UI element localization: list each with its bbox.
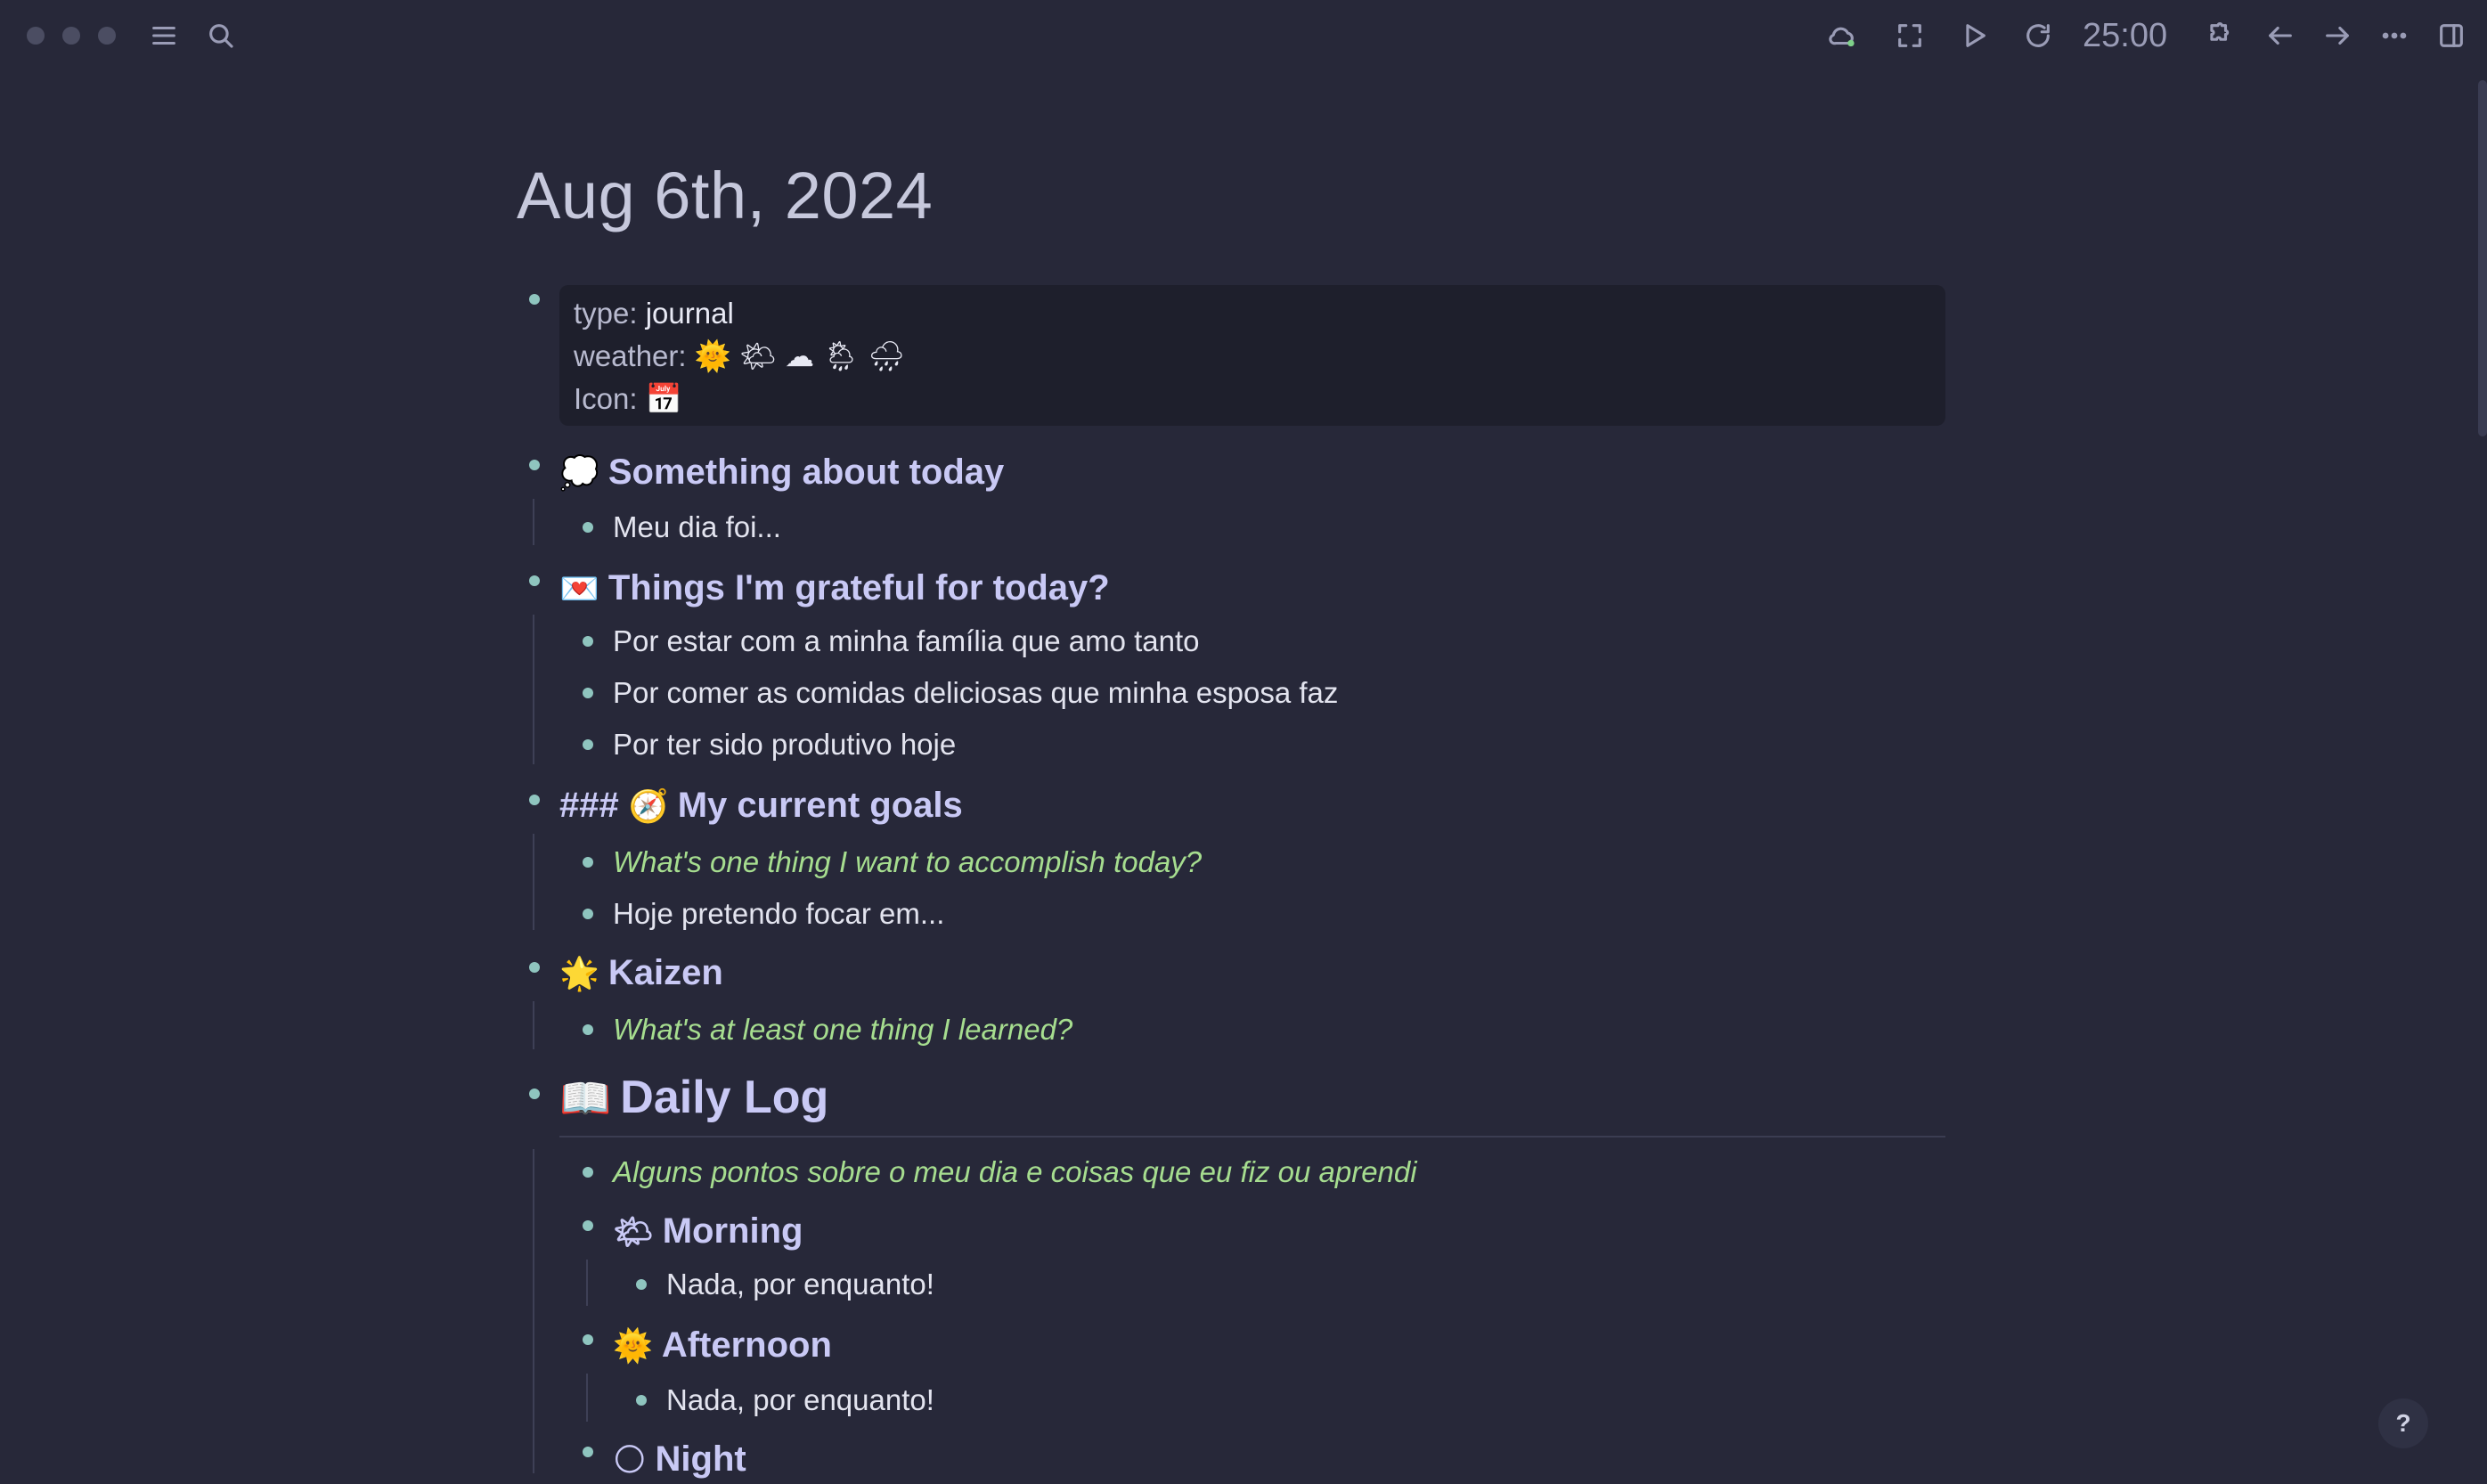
prompt-text[interactable]: What's one thing I want to accomplish to… — [613, 843, 1202, 882]
window-close-button[interactable] — [27, 27, 45, 45]
list-item[interactable]: Por estar com a minha família que amo ta… — [613, 622, 1200, 661]
play-icon[interactable] — [1954, 16, 1994, 55]
refresh-icon[interactable] — [2018, 16, 2058, 55]
sun-behind-cloud-icon: 🌤 — [613, 1214, 654, 1251]
block-bullet[interactable] — [636, 1395, 647, 1406]
thread-line — [586, 1374, 588, 1422]
menu-icon[interactable] — [144, 16, 183, 55]
fullscreen-icon[interactable] — [1890, 16, 1929, 55]
block-bullet[interactable] — [529, 575, 540, 586]
thought-bubble-icon: 💭 — [559, 455, 599, 492]
heading-kaizen[interactable]: 🌟 Kaizen — [559, 950, 723, 998]
moon-icon: 🌕 — [613, 1442, 647, 1479]
prompt-text[interactable]: Alguns pontos sobre o meu dia e coisas q… — [613, 1153, 1417, 1192]
list-item[interactable]: Hoje pretendo focar em... — [613, 894, 944, 934]
block-bullet[interactable] — [583, 1447, 593, 1457]
property-weather: weather: 🌞 🌤 ☁ 🌦 🌧 — [574, 337, 905, 376]
property-key: Icon: — [574, 382, 638, 415]
search-icon[interactable] — [201, 16, 241, 55]
block-bullet[interactable] — [529, 1089, 540, 1099]
block-bullet[interactable] — [583, 688, 593, 698]
arrow-left-icon[interactable] — [2261, 16, 2300, 55]
sidebar-toggle-icon[interactable] — [2432, 16, 2471, 55]
block-bullet[interactable] — [529, 294, 540, 305]
block-bullet[interactable] — [583, 522, 593, 533]
thread-line — [586, 1260, 588, 1306]
heading-something-about-today[interactable]: 💭 Something about today — [559, 449, 1004, 497]
thread-line — [533, 1001, 534, 1049]
block-bullet[interactable] — [583, 1334, 593, 1345]
thread-line — [533, 1149, 534, 1473]
scrollbar[interactable] — [2478, 80, 2487, 436]
arrow-right-icon[interactable] — [2318, 16, 2357, 55]
page-title[interactable]: Aug 6th, 2024 — [517, 153, 933, 239]
list-item[interactable]: Nada, por enquanto! — [666, 1265, 934, 1304]
list-item[interactable]: Nada, por enquanto! — [666, 1381, 934, 1420]
window-minimize-button[interactable] — [62, 27, 80, 45]
property-icon: Icon: 📅 — [574, 379, 682, 419]
block-bullet[interactable] — [583, 1024, 593, 1035]
open-book-icon: 📖 — [559, 1075, 612, 1123]
block-bullet[interactable] — [529, 795, 540, 805]
heading-afternoon[interactable]: 🌞 Afternoon — [613, 1322, 832, 1370]
heading-daily-log[interactable]: 📖 Daily Log — [559, 1069, 828, 1128]
heading-morning[interactable]: 🌤 Morning — [613, 1208, 803, 1256]
sun-icon: 🌞 — [613, 1328, 653, 1365]
list-item[interactable]: Por comer as comidas deliciosas que minh… — [613, 673, 1338, 713]
block-bullet[interactable] — [583, 909, 593, 919]
thread-line — [533, 615, 534, 764]
property-value: 🌞 🌤 ☁ 🌦 🌧 — [694, 339, 906, 372]
help-button[interactable]: ? — [2378, 1398, 2428, 1448]
pomodoro-timer[interactable]: 25:00 — [2083, 14, 2167, 57]
heading-grateful[interactable]: 💌 Things I'm grateful for today? — [559, 565, 1110, 613]
puzzle-icon[interactable] — [2198, 16, 2238, 55]
block-bullet[interactable] — [583, 739, 593, 750]
list-item[interactable]: Meu dia foi... — [613, 508, 781, 547]
property-key: type: — [574, 297, 638, 330]
block-bullet[interactable] — [529, 962, 540, 973]
block-bullet[interactable] — [583, 1167, 593, 1178]
property-type: type: journal — [574, 294, 734, 333]
heading-night[interactable]: 🌕 Night — [613, 1436, 746, 1484]
thread-line — [533, 834, 534, 930]
property-value: 📅 — [645, 382, 682, 415]
compass-icon: 🧭 — [628, 788, 669, 825]
page-properties[interactable]: type: journal weather: 🌞 🌤 ☁ 🌦 🌧 Icon: 📅 — [559, 285, 1945, 426]
property-value: journal — [645, 297, 734, 330]
prompt-text[interactable]: What's at least one thing I learned? — [613, 1010, 1072, 1049]
more-icon[interactable] — [2375, 16, 2414, 55]
top-bar: 25:00 — [0, 0, 2487, 71]
window-maximize-button[interactable] — [98, 27, 116, 45]
block-bullet[interactable] — [583, 857, 593, 868]
love-letter-icon: 💌 — [559, 571, 599, 607]
heading-divider — [559, 1136, 1945, 1137]
block-bullet[interactable] — [583, 636, 593, 647]
cloud-sync-icon[interactable] — [1822, 16, 1862, 55]
block-bullet[interactable] — [529, 460, 540, 470]
property-key: weather: — [574, 339, 687, 372]
star-icon: 🌟 — [559, 956, 599, 992]
block-bullet[interactable] — [636, 1279, 647, 1290]
block-bullet[interactable] — [583, 1220, 593, 1231]
list-item[interactable]: Por ter sido produtivo hoje — [613, 725, 956, 764]
heading-current-goals[interactable]: ### 🧭 My current goals — [559, 782, 963, 830]
thread-line — [533, 499, 534, 545]
